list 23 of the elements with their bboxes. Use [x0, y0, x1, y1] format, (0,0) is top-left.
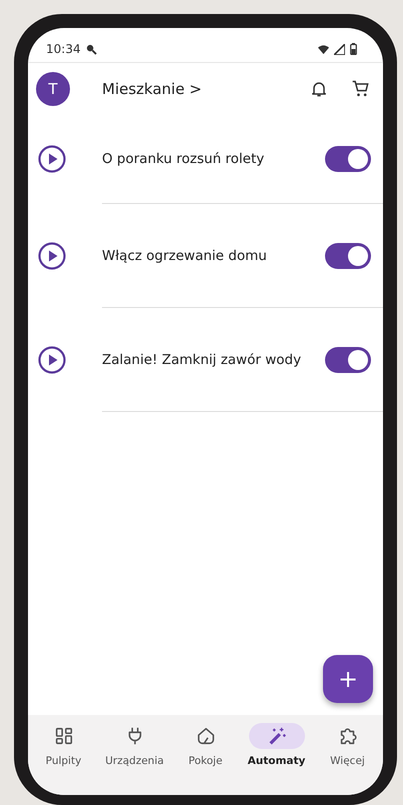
cart-icon[interactable] — [351, 79, 371, 99]
nav-tab[interactable]: Urządzenia — [99, 719, 170, 795]
nav-tab[interactable]: Automaty — [241, 719, 312, 795]
wifi-icon — [318, 44, 329, 54]
play-icon[interactable] — [38, 242, 66, 270]
toggle-switch[interactable] — [325, 242, 371, 268]
nav-tab[interactable]: Pokoje — [170, 719, 241, 795]
avatar[interactable]: T — [36, 72, 70, 106]
automation-name: Włącz ogrzewanie domu — [102, 248, 268, 264]
nav-tab[interactable]: Pulpity — [28, 719, 99, 795]
add-button[interactable]: + — [323, 655, 373, 703]
automation-name: O poranku rozsuń rolety — [102, 151, 266, 167]
signal-icon — [334, 44, 345, 54]
nav-tab[interactable]: Więcej — [312, 719, 383, 795]
play-icon[interactable] — [38, 145, 66, 173]
play-icon[interactable] — [38, 346, 66, 374]
toggle-switch[interactable] — [325, 346, 371, 372]
key-icon — [86, 44, 97, 54]
home-selector[interactable]: Mieszkanie > — [102, 80, 202, 98]
battery-icon — [350, 43, 357, 55]
status-time: 10:34 — [46, 42, 81, 56]
toggle-switch[interactable] — [325, 146, 371, 172]
automation-name: Zalanie! Zamknij zawór wody — [102, 352, 302, 368]
